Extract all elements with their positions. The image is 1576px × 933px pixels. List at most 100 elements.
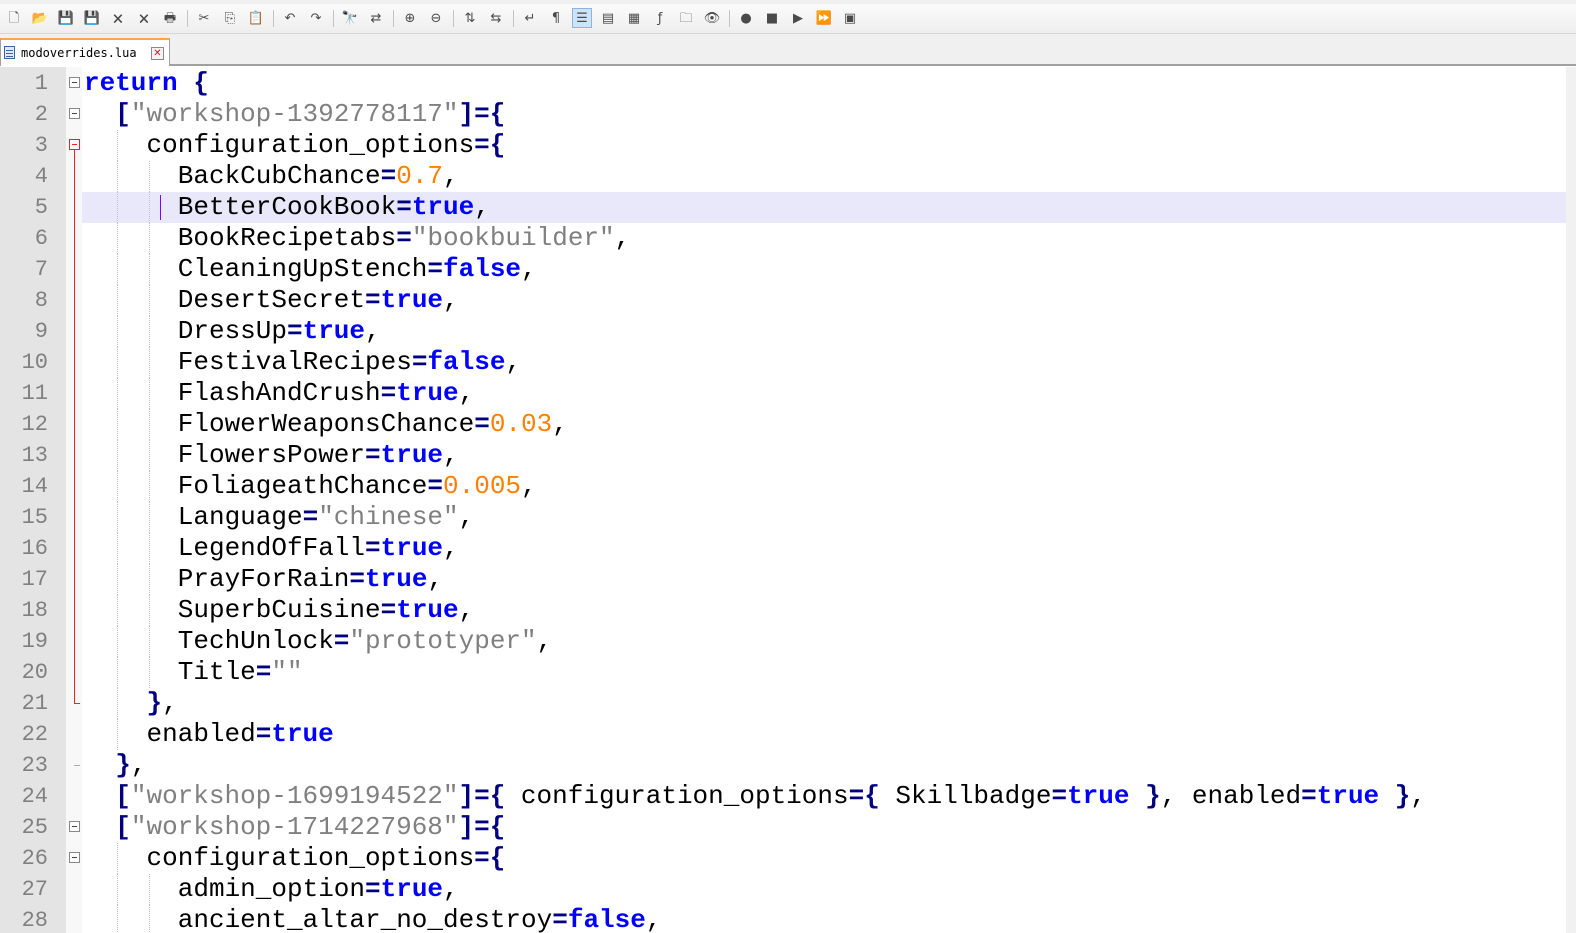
code-line[interactable]: 13 FlowersPower=true, — [0, 440, 1566, 471]
token-id: FoliageathChance — [177, 471, 428, 501]
record-macro-button[interactable]: ● — [736, 8, 756, 28]
fold-collapse-icon[interactable] — [69, 852, 80, 863]
code-line[interactable]: 12 FlowerWeaponsChance=0.03, — [0, 409, 1566, 440]
code-line[interactable]: 24 ["workshop-1699194522"]={ configuratio… — [0, 781, 1566, 812]
token-str: "" — [271, 657, 303, 687]
code-line[interactable]: 20 Title="" — [0, 657, 1566, 688]
indent-guide-button[interactable]: ☰ — [572, 8, 592, 28]
tab-bar: modoverrides.lua ✕ — [0, 34, 1576, 66]
code-line[interactable]: 25 ["workshop-1714227968"]={ — [0, 812, 1566, 843]
paste-button[interactable]: 📋 — [246, 8, 266, 28]
save-button[interactable]: 💾 — [56, 8, 76, 28]
close-button[interactable]: 🗙 — [108, 8, 128, 28]
indent-guide — [148, 223, 150, 254]
close-all-button[interactable]: 🗙 — [134, 8, 154, 28]
code-text: ["workshop-1699194522"]={ configuration_… — [115, 781, 1426, 812]
zoom-in-button[interactable]: ⊕ — [400, 8, 420, 28]
fold-collapse-icon[interactable] — [69, 77, 80, 88]
new-file-button[interactable]: 🗋 — [4, 8, 24, 28]
code-line[interactable]: 3 configuration_options={ — [0, 130, 1566, 161]
copy-button[interactable]: ⎘ — [220, 8, 240, 28]
indent-guide — [117, 502, 119, 533]
tab-modoverrides-lua[interactable]: modoverrides.lua ✕ — [0, 38, 170, 66]
code-text: configuration_options={ — [147, 843, 506, 874]
token-id: , — [552, 409, 568, 439]
code-line[interactable]: 7 CleaningUpStench=false, — [0, 254, 1566, 285]
zoom-out-icon: ⊖ — [430, 10, 442, 26]
monitoring-button[interactable]: 👁 — [702, 8, 722, 28]
sync-horizontal-button[interactable]: ⇆ — [486, 8, 506, 28]
code-line[interactable]: 15 Language="chinese", — [0, 502, 1566, 533]
show-all-characters-button[interactable]: ¶ — [546, 8, 566, 28]
code-line[interactable]: 11 FlashAndCrush=true, — [0, 378, 1566, 409]
line-number: 6 — [34, 226, 48, 251]
code-line[interactable]: 21}, — [0, 688, 1566, 719]
replace-button[interactable]: ⇄ — [366, 8, 386, 28]
token-op: = — [302, 502, 319, 532]
sync-vertical-button[interactable]: ⇅ — [460, 8, 480, 28]
close-tab-icon[interactable]: ✕ — [151, 47, 164, 60]
code-line[interactable]: 9 DressUp=true, — [0, 316, 1566, 347]
code-line[interactable]: 14 FoliageathChance=0.005, — [0, 471, 1566, 502]
code-text: ["workshop-1714227968"]={ — [115, 812, 505, 843]
code-line[interactable]: 8 DesertSecret=true, — [0, 285, 1566, 316]
indent-guide — [117, 192, 119, 223]
fold-end-marker — [74, 765, 80, 766]
indent-guide — [117, 347, 119, 378]
code-line[interactable]: 2 ["workshop-1392778117"]={ — [0, 99, 1566, 130]
save-all-button[interactable]: 💾 — [82, 8, 102, 28]
function-list-button[interactable]: ƒ — [650, 8, 670, 28]
code-line[interactable]: 6 BookRecipetabs="bookbuilder", — [0, 223, 1566, 254]
fold-collapse-icon[interactable] — [69, 108, 80, 119]
token-id: Language — [177, 502, 303, 532]
fold-collapse-icon[interactable] — [69, 139, 80, 150]
code-line[interactable]: 28 ancient_altar_no_destroy=false, — [0, 905, 1566, 933]
token-id: TechUnlock — [177, 626, 334, 656]
open-file-button[interactable]: 📂 — [30, 8, 50, 28]
indent-guide — [148, 440, 150, 471]
undo-button[interactable]: ↶ — [280, 8, 300, 28]
code-line[interactable]: 22 enabled=true — [0, 719, 1566, 750]
cut-button[interactable]: ✂ — [194, 8, 214, 28]
token-id: , — [505, 347, 522, 377]
code-line[interactable]: 17 PrayForRain=true, — [0, 564, 1566, 595]
folder-workspace-button[interactable]: 🗀 — [676, 8, 696, 28]
indent-guide — [148, 874, 150, 905]
playback-macro-button[interactable]: ▶ — [788, 8, 808, 28]
indent-guide — [117, 161, 119, 192]
vertical-scrollbar[interactable] — [1566, 67, 1576, 933]
redo-button[interactable]: ↷ — [306, 8, 326, 28]
fold-collapse-icon[interactable] — [69, 821, 80, 832]
code-line[interactable]: 23}, — [0, 750, 1566, 781]
code-line[interactable]: 10 FestivalRecipes=false, — [0, 347, 1566, 378]
word-wrap-icon: ↵ — [524, 10, 536, 26]
line-number: 17 — [21, 567, 48, 592]
run-macro-multiple-button[interactable]: ⏩ — [814, 8, 834, 28]
code-line[interactable]: 16 LegendOfFall=true, — [0, 533, 1566, 564]
document-map-button[interactable]: ▦ — [624, 8, 644, 28]
token-kw: true — [380, 874, 444, 904]
code-editor[interactable]: 1 return {2 ["workshop-1392778117"]={3 conf… — [0, 67, 1576, 933]
token-op: } — [146, 688, 163, 718]
code-line[interactable]: 1 return { — [0, 68, 1566, 99]
word-wrap-button[interactable]: ↵ — [520, 8, 540, 28]
code-line[interactable]: 4 BackCubChance=0.7, — [0, 161, 1566, 192]
code-line[interactable]: 26 configuration_options={ — [0, 843, 1566, 874]
code-line[interactable]: 5 BetterCookBook=true, — [0, 192, 1566, 223]
replace-icon: ⇄ — [370, 10, 382, 26]
code-line[interactable]: 18 SuperbCuisine=true, — [0, 595, 1566, 626]
language-udl-icon: ▤ — [601, 10, 615, 26]
stop-recording-button[interactable]: ■ — [762, 8, 782, 28]
find-button[interactable]: 🔭 — [340, 8, 360, 28]
token-id: , — [162, 688, 178, 718]
code-line[interactable]: 19 TechUnlock="prototyper", — [0, 626, 1566, 657]
zoom-out-button[interactable]: ⊖ — [426, 8, 446, 28]
token-op: = — [552, 905, 568, 933]
token-id: enabled — [146, 719, 256, 749]
language-udl-button[interactable]: ▤ — [598, 8, 618, 28]
indent-guide — [117, 254, 119, 285]
code-text: ancient_altar_no_destroy=false, — [178, 905, 662, 933]
save-macro-button[interactable]: ▣ — [840, 8, 860, 28]
print-button[interactable]: 🖶 — [160, 8, 180, 28]
code-line[interactable]: 27 admin_option=true, — [0, 874, 1566, 905]
